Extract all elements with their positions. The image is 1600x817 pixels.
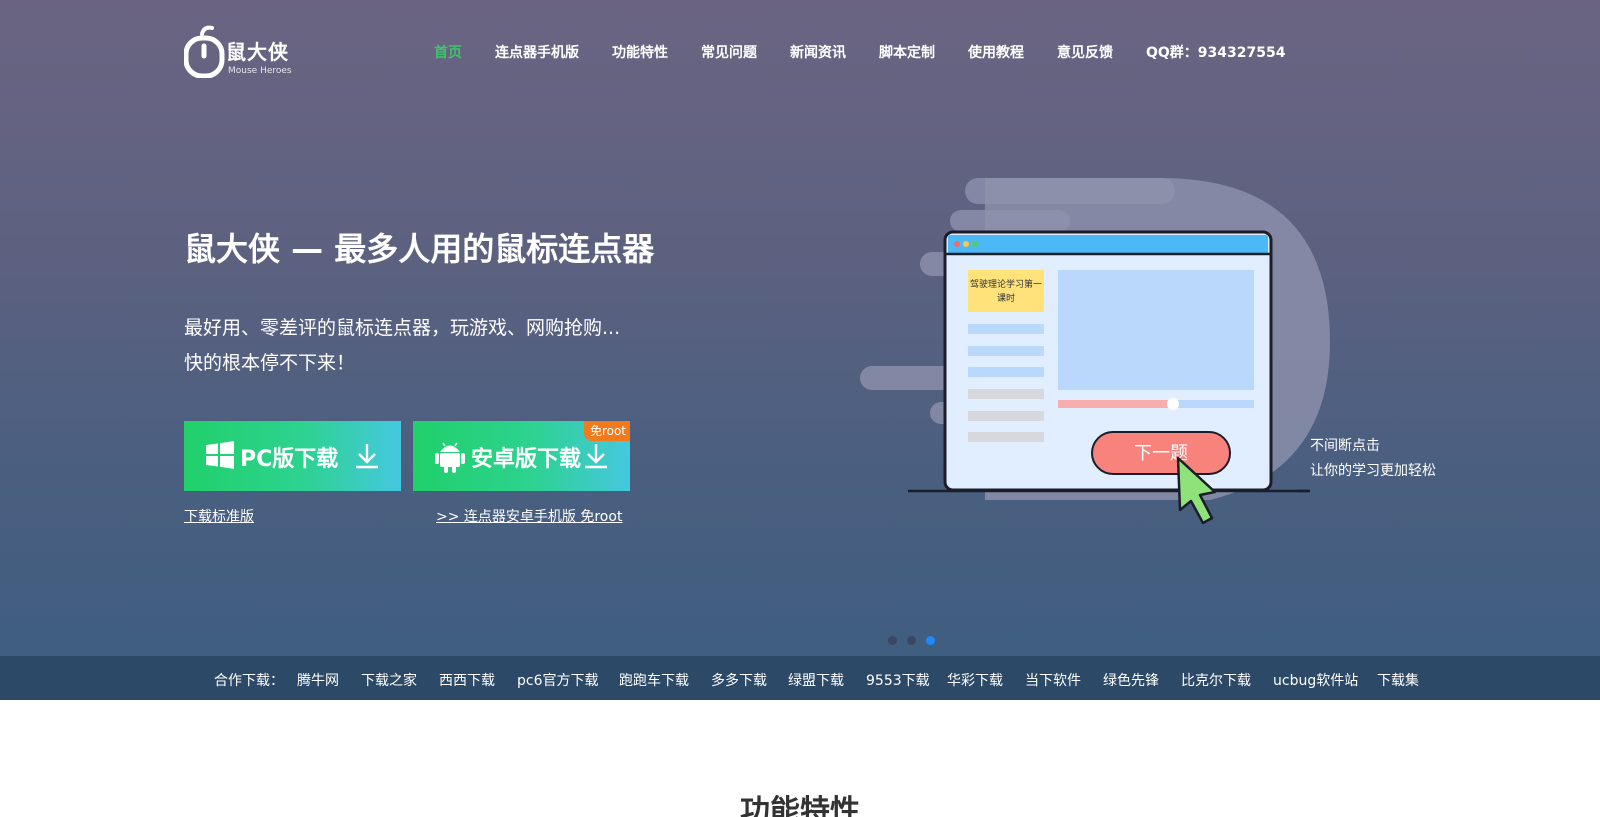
windows-icon: [206, 441, 234, 469]
site-logo[interactable]: 鼠大侠 Mouse Heroes: [184, 24, 294, 80]
hero-title: 鼠大侠 — 最多人用的鼠标连点器: [184, 230, 655, 268]
sticky-note: [968, 270, 1044, 312]
nav-features[interactable]: 功能特性: [612, 42, 668, 62]
features-section-title: 功能特性: [740, 794, 860, 817]
partner-link[interactable]: 9553下载: [866, 670, 930, 690]
download-arrow-icon: [356, 444, 378, 469]
android-mobile-link[interactable]: >> 连点器安卓手机版 免root: [436, 506, 622, 526]
nav-script[interactable]: 脚本定制: [879, 42, 935, 62]
nav-faq[interactable]: 常见问题: [701, 42, 757, 62]
partner-link[interactable]: ucbug软件站: [1273, 670, 1358, 690]
partner-link[interactable]: 跑跑车下载: [619, 670, 689, 690]
android-icon: [435, 442, 465, 473]
partner-link[interactable]: 西西下载: [439, 670, 495, 690]
android-download-button[interactable]: 安卓版下载 免root: [413, 421, 630, 491]
caption-line-1: 不间断点击: [1310, 438, 1380, 454]
nav-tutorial[interactable]: 使用教程: [968, 42, 1024, 62]
partner-link[interactable]: 当下软件: [1025, 670, 1081, 690]
nav-home[interactable]: 首页: [434, 42, 462, 62]
nav-mobile[interactable]: 连点器手机版: [495, 42, 579, 62]
speed-line: [950, 210, 1070, 232]
mouse-logo-icon: [184, 25, 225, 78]
content-panel: [1058, 270, 1254, 390]
no-root-badge: 免root: [583, 421, 630, 441]
hero-subtitle-line1: 最好用、零差评的鼠标连点器，玩游戏、网购抢购...: [184, 317, 621, 339]
android-download-label: 安卓版下载: [471, 447, 582, 472]
partner-link[interactable]: 绿色先锋: [1103, 670, 1159, 690]
partner-link[interactable]: 下载之家: [361, 670, 417, 690]
partner-link[interactable]: pc6官方下载: [517, 670, 599, 690]
partner-link[interactable]: 比克尔下载: [1181, 670, 1251, 690]
carousel-dot-2[interactable]: [907, 636, 916, 645]
logo-text: 鼠大侠: [226, 40, 289, 64]
pc-download-button[interactable]: PC版下载: [184, 421, 401, 491]
nav-qq-group[interactable]: QQ群：934327554: [1146, 42, 1285, 62]
clicker-illustration: 驾驶理论学习第一 课时 下一题 不间断点击 让你的学习更加轻松: [860, 178, 1436, 525]
pc-download-label: PC版下载: [240, 447, 339, 472]
standard-download-link[interactable]: 下载标准版: [184, 506, 254, 526]
note-text-2: 课时: [997, 292, 1015, 304]
partner-link[interactable]: 华彩下载: [947, 670, 1003, 690]
partner-label: 合作下载：: [214, 673, 284, 689]
partner-link[interactable]: 下载集: [1377, 670, 1419, 690]
speed-line: [965, 178, 1175, 204]
nav-feedback[interactable]: 意见反馈: [1057, 42, 1113, 62]
note-text-1: 驾驶理论学习第一: [970, 278, 1042, 290]
carousel-dot-1[interactable]: [888, 636, 897, 645]
partner-link[interactable]: 多多下载: [711, 670, 767, 690]
caption-line-2: 让你的学习更加轻松: [1310, 463, 1436, 479]
hero-subtitle-line2: 快的根本停不下来！: [184, 352, 356, 374]
carousel-dot-3[interactable]: [926, 636, 935, 645]
download-arrow-icon: [585, 444, 607, 469]
hero-banner: 鼠大侠 Mouse Heroes 首页 连点器手机版 功能特性 常见问题 新闻资…: [0, 0, 1600, 656]
partner-downloads-bar: 合作下载： 腾牛网 下载之家 西西下载 pc6官方下载 跑跑车下载 多多下载 绿…: [0, 656, 1600, 700]
partner-link[interactable]: 绿盟下载: [788, 670, 844, 690]
logo-subtext: Mouse Heroes: [228, 66, 292, 76]
nav-news[interactable]: 新闻资讯: [790, 42, 846, 62]
partner-link[interactable]: 腾牛网: [297, 670, 339, 690]
